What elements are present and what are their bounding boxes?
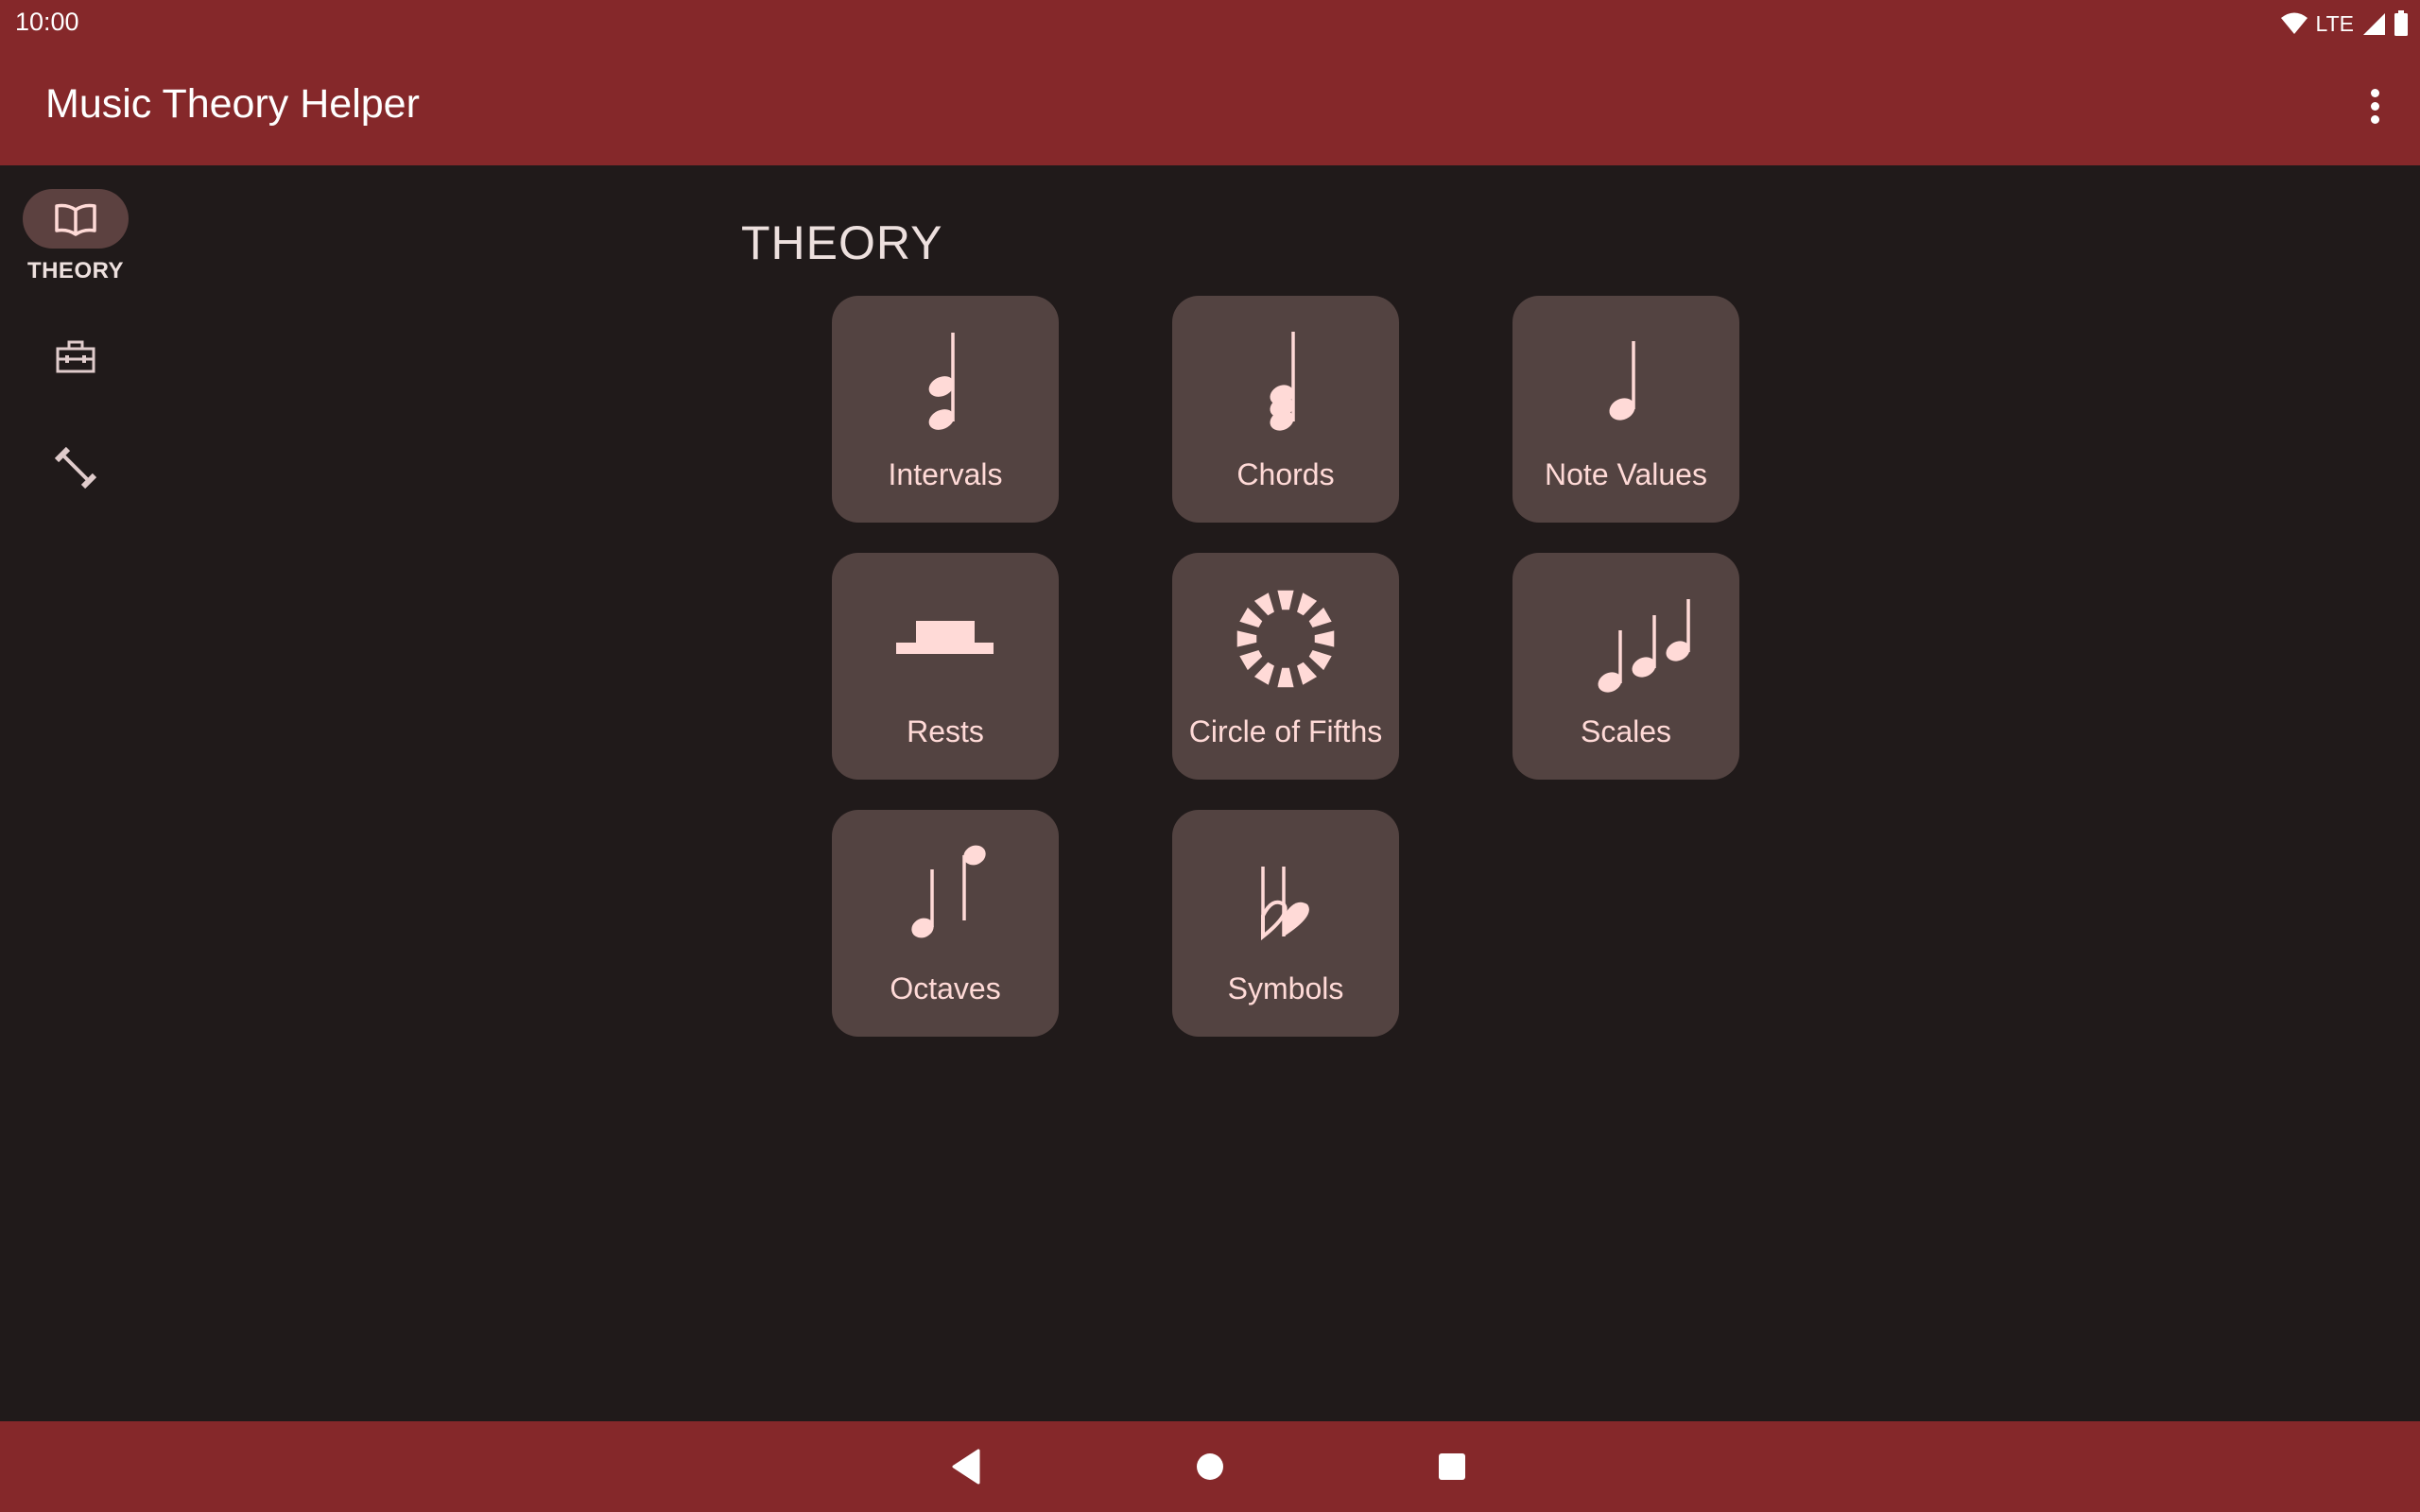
card-label: Circle of Fifths [1188,714,1383,748]
card-label: Rests [907,714,984,748]
card-label: Octaves [890,971,1001,1005]
home-circle-icon [1197,1453,1223,1480]
status-bar: 10:00 LTE [0,0,2420,47]
circle-of-fifths-wedge [1314,630,1335,647]
card-label: Intervals [888,457,1003,491]
circle-of-fifths-wedge [1277,667,1294,688]
dumbbell-icon [55,446,96,489]
app-title: Music Theory Helper [45,81,420,127]
battery-icon [2394,10,2408,36]
circle-of-fifths-wedge [1236,630,1257,647]
circle-of-fifths-wedge [1308,607,1332,627]
more-vert-dot [2370,114,2379,124]
rail-item-tools[interactable] [0,326,151,386]
card-rests[interactable]: Rests [832,553,1059,780]
status-icons: LTE [2280,9,2409,38]
home-button[interactable] [1184,1440,1236,1493]
circle-of-fifths-wedge [1297,662,1318,685]
rail-pill [23,326,129,386]
card-circle-of-fifths[interactable]: Circle of Fifths [1172,553,1399,780]
circle-of-fifths-wedge [1277,590,1294,610]
back-triangle-icon [952,1449,980,1485]
card-chords[interactable]: Chords [1172,296,1399,523]
card-intervals[interactable]: Intervals [832,296,1059,523]
card-scales[interactable]: Scales [1512,553,1739,780]
card-label: Scales [1580,714,1672,748]
circle-of-fifths-wedge [1253,593,1274,616]
navigation-rail: THEORY [0,165,151,1421]
circle-of-fifths-wedge [1308,650,1332,671]
recents-button[interactable] [1426,1440,1478,1493]
back-button[interactable] [940,1440,993,1493]
rail-active-indicator [23,189,129,249]
section-title: THEORY [741,216,943,269]
rail-item-practice[interactable] [0,438,151,497]
circle-of-fifths-wedge [1239,650,1263,671]
circle-of-fifths-wedge [1297,593,1318,616]
book-icon [55,203,96,236]
rail-item-theory[interactable]: THEORY [0,189,151,284]
recents-square-icon [1439,1453,1465,1480]
more-vert-icon [2370,88,2379,97]
card-label: Symbols [1227,971,1344,1005]
top-app-bar: Music Theory Helper [0,47,2420,165]
rail-pill [23,438,129,497]
status-time: 10:00 [15,8,79,36]
circle-of-fifths-wedge [1239,607,1263,627]
circle-of-fifths-wedge [1253,662,1274,685]
card-label: Chords [1236,457,1335,491]
card-symbols[interactable]: Symbols [1172,810,1399,1037]
more-vert-dot [2370,101,2379,111]
card-note-values[interactable]: Note Values [1512,296,1739,523]
system-nav-bar [0,1421,2420,1512]
overflow-menu-button[interactable] [2346,76,2403,136]
cell-signal-icon [2363,13,2385,35]
wifi-icon [2280,12,2308,34]
card-label: Note Values [1545,457,1707,491]
network-type: LTE [2315,10,2354,36]
toolbox-icon [56,340,95,372]
rail-label-theory: THEORY [26,258,125,284]
card-octaves[interactable]: Octaves [832,810,1059,1037]
